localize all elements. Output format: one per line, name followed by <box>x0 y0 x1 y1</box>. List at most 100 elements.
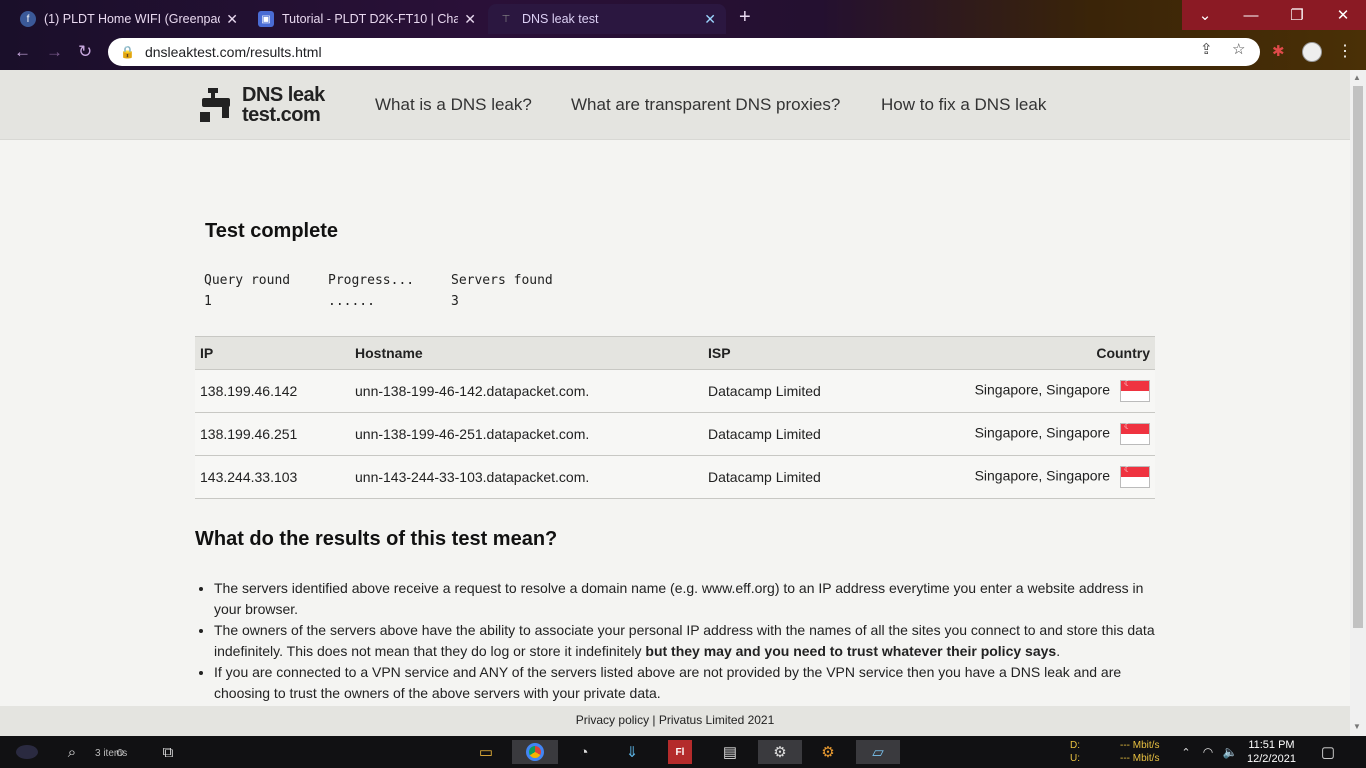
tab-bar: f (1) PLDT Home WIFI (Greenpacke ✕ ▣ Tut… <box>0 0 1366 34</box>
tab-pldt-home-wifi[interactable]: f (1) PLDT Home WIFI (Greenpacke ✕ <box>10 4 248 34</box>
tray-chevron-up-icon[interactable]: ⌃ <box>1174 740 1198 764</box>
tap-icon: ⊤ <box>501 13 511 25</box>
hostname-cell: unn-138-199-46-142.datapacket.com. <box>350 369 703 413</box>
minimize-icon[interactable]: — <box>1228 0 1274 30</box>
restore-icon[interactable]: ❐ <box>1274 0 1320 30</box>
site-header: DNS leak test.com What is a DNS leak? Wh… <box>0 70 1350 140</box>
reload-icon[interactable]: ↻ <box>78 42 92 62</box>
nav-what-is-dns-leak[interactable]: What is a DNS leak? <box>375 95 532 115</box>
query-round-value: 1 <box>204 294 212 309</box>
footer-separator: | <box>649 713 659 727</box>
notepad-icon[interactable]: ▱ <box>856 740 900 764</box>
footer-company: Privatus Limited 2021 <box>658 713 775 727</box>
country-cell: Singapore, Singapore <box>953 369 1155 413</box>
country-cell: Singapore, Singapore <box>953 412 1155 456</box>
cortana-icon[interactable]: ○ <box>108 740 132 764</box>
isp-cell: Datacamp Limited <box>703 412 953 456</box>
windows-taskbar: ⌕ 3 items ○ ⧉ ▭ ◔ ⇓ Fl ▤ ⚙ ⚙ ▱ D: U: ---… <box>0 736 1366 768</box>
chrome-icon[interactable] <box>512 740 558 764</box>
browser-toolbar: ← → ↻ 🔒 dnsleaktest.com/results.html ⇪ ☆… <box>0 34 1366 70</box>
net-download-value: --- Mbit/s <box>1120 740 1160 751</box>
query-round-label: Query round <box>204 273 291 288</box>
app-window-icon[interactable]: ▤ <box>718 740 742 764</box>
lock-icon[interactable]: 🔒 <box>120 45 135 59</box>
tab-tutorial-pldt[interactable]: ▣ Tutorial - PLDT D2K-FT10 | Chang ✕ <box>248 4 486 34</box>
list-item-text: . <box>1056 643 1061 659</box>
extensions-puzzle-icon[interactable]: ✱ <box>1272 42 1285 60</box>
column-hostname: Hostname <box>350 336 703 370</box>
column-country: Country <box>953 336 1155 370</box>
site-logo[interactable]: DNS leak test.com <box>200 84 340 126</box>
isp-cell: Datacamp Limited <box>703 369 953 413</box>
page-scrollbar[interactable]: ▲ ▼ <box>1350 70 1366 736</box>
servers-found-label: Servers found <box>451 273 553 288</box>
fl-studio-icon[interactable]: Fl <box>668 740 692 764</box>
tap-icon <box>200 88 230 122</box>
column-isp: ISP <box>703 336 953 370</box>
close-icon[interactable]: ✕ <box>704 11 716 28</box>
close-icon[interactable]: ✕ <box>226 11 238 28</box>
wifi-icon[interactable]: ◠ <box>1196 740 1220 764</box>
scroll-down-icon[interactable]: ▼ <box>1353 722 1361 731</box>
tab-dns-leak-test[interactable]: ⊤ DNS leak test ✕ <box>488 4 726 34</box>
list-item-bold-text: but they may and you need to trust whate… <box>645 643 1057 659</box>
profile-avatar[interactable] <box>1302 42 1322 62</box>
scroll-up-icon[interactable]: ▲ <box>1353 73 1361 82</box>
start-icon[interactable] <box>14 740 40 764</box>
download-manager-icon[interactable]: ⇓ <box>620 740 644 764</box>
file-explorer-icon[interactable]: ▭ <box>474 740 498 764</box>
country-text: Singapore, Singapore <box>974 424 1110 441</box>
results-table: IP Hostname ISP Country 138.199.46.142 u… <box>195 336 1155 499</box>
net-upload-value: --- Mbit/s <box>1120 753 1160 764</box>
ip-cell: 143.244.33.103 <box>195 455 350 499</box>
address-bar[interactable]: 🔒 dnsleaktest.com/results.html <box>108 38 1260 66</box>
back-icon[interactable]: ← <box>14 42 31 62</box>
ip-cell: 138.199.46.142 <box>195 369 350 413</box>
clock-time: 11:51 PM <box>1248 739 1295 751</box>
search-icon[interactable]: ⌕ <box>60 740 84 764</box>
system-clock[interactable]: 11:51 PM 12/2/2021 <box>1247 738 1296 766</box>
control-panel-icon[interactable]: ⚙ <box>816 740 840 764</box>
hostname-cell: unn-143-244-33-103.datapacket.com. <box>350 455 703 499</box>
nav-transparent-dns-proxies[interactable]: What are transparent DNS proxies? <box>571 95 840 115</box>
country-text: Singapore, Singapore <box>974 467 1110 484</box>
list-item: If you are connected to a VPN service an… <box>214 662 1159 704</box>
singapore-flag-icon <box>1120 465 1150 488</box>
progress-label: Progress... <box>328 273 415 288</box>
column-ip: IP <box>195 336 350 370</box>
servers-found-value: 3 <box>451 294 459 309</box>
browser-chrome: f (1) PLDT Home WIFI (Greenpacke ✕ ▣ Tut… <box>0 0 1366 70</box>
web-page: DNS leak test.com What is a DNS leak? Wh… <box>0 70 1350 736</box>
notifications-icon[interactable]: ▢ <box>1316 740 1340 764</box>
singapore-flag-icon <box>1120 379 1150 402</box>
share-icon[interactable]: ⇪ <box>1200 40 1213 58</box>
speedometer-icon[interactable]: ◔ <box>572 740 596 764</box>
explanation-heading: What do the results of this test mean? <box>195 528 558 550</box>
net-upload-label: U: <box>1070 753 1080 764</box>
new-tab-icon[interactable]: + <box>739 6 751 29</box>
progress-value: ...... <box>328 294 375 309</box>
bookmark-star-icon[interactable]: ☆ <box>1232 40 1245 58</box>
hostname-cell: unn-138-199-46-251.datapacket.com. <box>350 412 703 456</box>
net-download-label: D: <box>1070 740 1080 751</box>
scrollbar-thumb[interactable] <box>1353 86 1363 628</box>
status-heading: Test complete <box>205 220 338 242</box>
close-window-icon[interactable]: ✕ <box>1320 0 1366 30</box>
settings-gear-icon[interactable]: ⚙ <box>758 740 802 764</box>
task-view-icon[interactable]: ⧉ <box>156 740 180 764</box>
volume-icon[interactable]: 🔈 <box>1218 740 1242 764</box>
menu-dots-icon[interactable]: ⋮ <box>1337 41 1353 61</box>
table-header-row: IP Hostname ISP Country <box>195 336 1155 370</box>
list-item: The owners of the servers above have the… <box>214 620 1159 662</box>
isp-cell: Datacamp Limited <box>703 455 953 499</box>
cube-icon: ▣ <box>258 11 274 27</box>
country-text: Singapore, Singapore <box>974 381 1110 398</box>
singapore-flag-icon <box>1120 422 1150 445</box>
list-item: The servers identified above receive a r… <box>214 578 1159 620</box>
nav-how-to-fix[interactable]: How to fix a DNS leak <box>881 95 1046 115</box>
tab-search-icon[interactable]: ⌄ <box>1182 0 1228 30</box>
privacy-policy-link[interactable]: Privacy policy <box>576 713 649 727</box>
forward-icon[interactable]: → <box>46 42 63 62</box>
close-icon[interactable]: ✕ <box>464 11 476 28</box>
url-text: dnsleaktest.com/results.html <box>144 44 322 60</box>
